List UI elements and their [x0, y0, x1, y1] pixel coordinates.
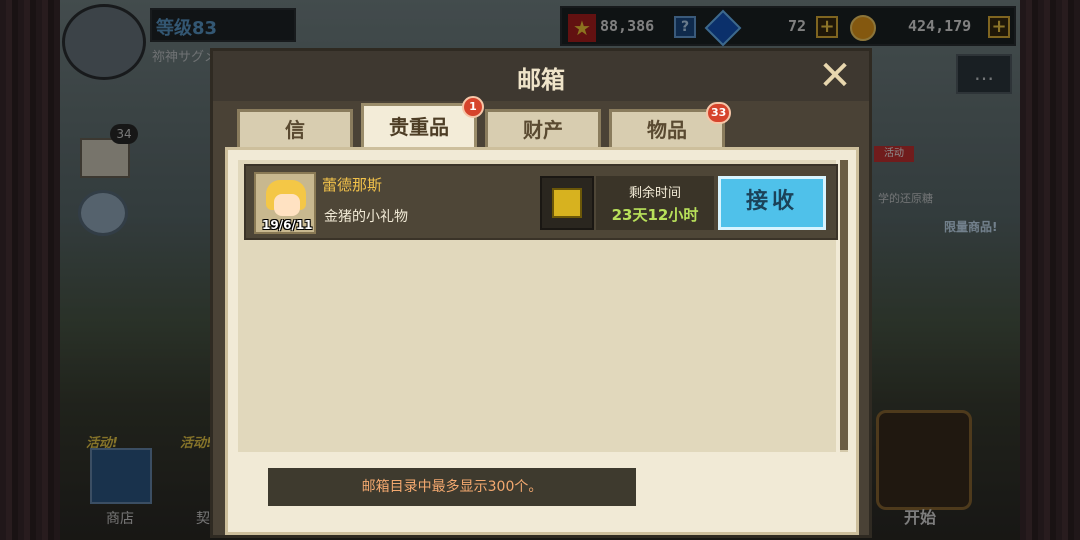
mail-row[interactable]: 19/6/11 蕾德那斯 金猪的小礼物 剩余时间 23天12小时 接收: [244, 164, 838, 240]
portrait-face: [274, 194, 300, 216]
remaining-time-box: 剩余时间 23天12小时: [596, 176, 714, 230]
tab-label: 物品: [647, 118, 687, 142]
tab-assets[interactable]: 财产: [485, 109, 601, 149]
tab-letters[interactable]: 信: [237, 109, 353, 149]
mail-panel: 19/6/11 蕾德那斯 金猪的小礼物 剩余时间 23天12小时 接收 邮箱目录…: [225, 147, 859, 535]
gift-item-icon: [540, 176, 594, 230]
receive-button[interactable]: 接收: [718, 176, 826, 230]
mail-date: 19/6/11: [262, 218, 313, 232]
scrollbar-thumb[interactable]: [840, 160, 848, 450]
close-icon[interactable]: ✕: [815, 56, 855, 97]
mail-subject: 金猪的小礼物: [324, 209, 408, 225]
dialog-title: 邮箱: [517, 66, 565, 94]
tab-badge: 1: [462, 96, 484, 118]
sender-portrait: 19/6/11: [254, 172, 316, 234]
remaining-time-label: 剩余时间: [628, 186, 681, 201]
sender-name: 蕾德那斯: [322, 176, 383, 194]
tab-label: 财产: [523, 118, 563, 142]
mailbox-notice: 邮箱目录中最多显示300个。: [268, 468, 636, 506]
mailbox-dialog: 邮箱 ✕ 信 贵重品 1 财产 物品 33 19/6/11 蕾德那斯 金猪的小礼…: [210, 48, 872, 538]
tab-valuables[interactable]: 贵重品 1: [361, 96, 484, 151]
tab-label: 信: [285, 118, 305, 142]
dialog-header: 邮箱 ✕: [213, 51, 869, 101]
tab-label: 贵重品: [389, 115, 449, 139]
tab-items[interactable]: 物品 33: [609, 102, 732, 149]
remaining-time-value: 23天12小时: [611, 206, 699, 224]
gift-item-inner: [552, 188, 582, 218]
tab-badge: 33: [706, 102, 732, 124]
